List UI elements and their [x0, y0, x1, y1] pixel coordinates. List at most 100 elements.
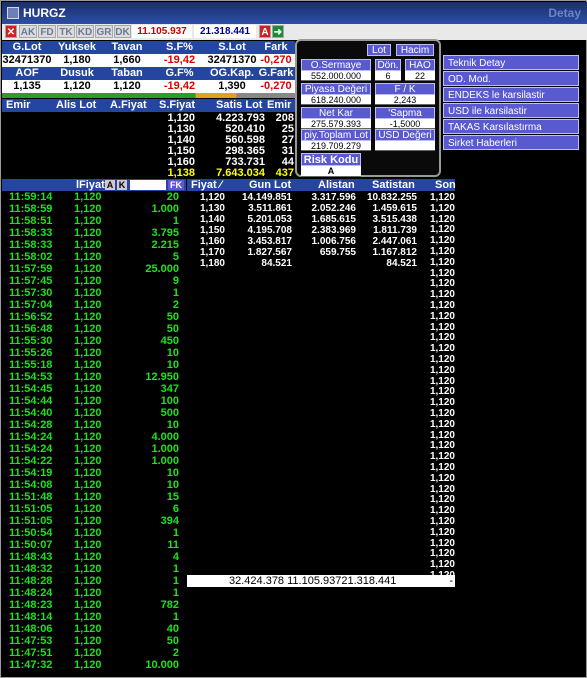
toplam-lot-label: piy.Toplam Lot [301, 129, 371, 141]
trade-price: 1,120 [74, 503, 102, 515]
trade-lot: 20 [166, 191, 179, 203]
trade-time: 11:47:51 [9, 647, 53, 659]
fd-button[interactable]: FD [38, 25, 56, 38]
trade-price: 1,120 [74, 587, 102, 599]
volume-satistan-cell: 1.459.615 [372, 203, 418, 214]
son-cell: 1,120 [429, 505, 455, 517]
endeks-karsilastir-menu-item[interactable]: ENDEKS le karsilastir [443, 87, 579, 102]
usd-degeri-button[interactable]: USD Değeri [375, 129, 435, 141]
trade-row: 11:54:19 1,120 10 [9, 468, 179, 479]
trades-header: lFiyat A K FK [2, 179, 186, 191]
trade-price: 1,120 [74, 335, 102, 347]
trade-time: 11:54:53 [9, 371, 53, 383]
sirket-haberleri-menu-item[interactable]: Sirket Haberleri [443, 135, 579, 150]
hacim-button[interactable]: Hacim [396, 44, 434, 56]
trade-row: 11:55:18 1,120 10 [9, 360, 179, 371]
takas-karsilastirma-menu-item[interactable]: TAKAS Karsılastırma [443, 119, 579, 134]
depth-emir-cell: 437 [275, 167, 294, 179]
volume-gun-lot-cell: 5.201.053 [247, 214, 293, 225]
piyasa-degeri-value: 618.240.000 [301, 95, 371, 105]
trade-lot: 1 [172, 575, 179, 587]
trade-price: 1,120 [74, 215, 102, 227]
trade-time: 11:50:07 [9, 539, 53, 551]
son-cell: 1,120 [429, 462, 455, 473]
trade-time: 11:54:28 [9, 419, 53, 431]
go-arrow-icon[interactable]: ➜ [272, 25, 284, 38]
trade-lot: 11 [167, 539, 179, 551]
son-cell: 1,120 [429, 310, 455, 322]
trade-time: 11:54:24 [9, 431, 53, 443]
yuksek-header: Yuksek [52, 41, 102, 54]
tk-button[interactable]: TK [57, 25, 75, 38]
filter-input[interactable] [130, 180, 166, 190]
son-cell: 1,120 [429, 300, 455, 311]
volume-gun-lot-cell: 3.453.817 [247, 236, 293, 247]
trade-time: 11:47:32 [9, 659, 53, 671]
volume-fiyat-cell: 1,120 [199, 192, 225, 203]
trade-price: 1,120 [74, 323, 102, 335]
teknik-detay-menu-item[interactable]: Teknik Detay [443, 55, 579, 70]
volume-fiyat-cell: 1,170 [199, 247, 225, 258]
trade-row: 11:47:53 1,120 50 [9, 636, 179, 647]
k-filter-button[interactable]: K [117, 180, 127, 190]
trade-price: 1,120 [74, 515, 102, 527]
window-title: HURGZ [23, 6, 66, 20]
volume-gun-lot-cell: 1.827.567 [247, 247, 293, 258]
gr-button[interactable]: GR [95, 25, 113, 38]
od-mod-menu-item[interactable]: OD. Mod. [443, 71, 579, 86]
volume-row: 1,130 3.511.861 2.052.246 1.459.615 [187, 203, 455, 214]
trade-row: 11:48:06 1,120 40 [9, 624, 179, 635]
vol-satistan-header: Satistan [372, 179, 415, 191]
volume-gun-lot-cell: 84.521 [261, 258, 292, 269]
trade-price: 1,120 [74, 407, 102, 419]
taban-header: Taban [102, 67, 152, 80]
trade-lot: 1.000 [151, 455, 179, 467]
volume-alistan-cell: 1.685.615 [311, 214, 357, 225]
depth-satislot-header: Satis Lot [216, 99, 263, 111]
volume-satistan-cell: 3.515.438 [372, 214, 418, 225]
trade-time: 11:48:14 [9, 611, 53, 623]
son-cell: 1,120 [429, 429, 455, 441]
aof-header: AOF [2, 67, 52, 80]
price-change-value: 11.105.937 [132, 25, 192, 38]
dk-button[interactable]: DK [114, 25, 131, 38]
trade-lot: 40 [166, 623, 179, 635]
trade-row: 11:47:51 1,120 2 [9, 648, 179, 659]
trade-lot: 2 [172, 647, 179, 659]
detay-label: Detay [548, 6, 581, 20]
sf-value: -19,42 [152, 54, 207, 67]
volume-value: 21.318.441 [194, 25, 256, 38]
range-bar [2, 93, 295, 98]
trade-row: 11:48:32 1,120 1 [9, 564, 179, 575]
trade-lot: 50 [166, 635, 179, 647]
kd-button[interactable]: KD [76, 25, 94, 38]
piyasa-degeri-label: Piyasa Değeri [301, 83, 371, 95]
a-button[interactable]: A [259, 25, 271, 38]
son-cell: 1,120 [429, 472, 455, 484]
trade-lot: 1 [172, 287, 179, 299]
fk-button[interactable]: FK [168, 180, 184, 190]
a-filter-button[interactable]: A [105, 180, 115, 190]
trade-time: 11:56:48 [9, 323, 53, 335]
son-cell: 1,120 [429, 364, 455, 376]
ak-button[interactable]: AK [19, 25, 37, 38]
trade-price: 1,120 [74, 635, 102, 647]
dusuk-header: Dusuk [52, 67, 102, 80]
trade-time: 11:55:18 [9, 359, 53, 371]
trade-time: 11:51:05 [9, 503, 53, 515]
trade-price: 1,120 [74, 479, 102, 491]
close-icon[interactable]: ✕ [5, 25, 17, 38]
title-bar[interactable]: HURGZ Detay [2, 2, 587, 24]
trade-time: 11:56:52 [9, 311, 53, 323]
son-cell: 1,120 [429, 516, 455, 527]
son-cell: 1,120 [429, 386, 455, 398]
usd-karsilastir-menu-item[interactable]: USD ile karsilastir [443, 103, 579, 118]
hao-label: HAO [405, 59, 435, 71]
sapma-value: -1,5000 [375, 119, 435, 129]
trade-price: 1,120 [74, 371, 102, 383]
volume-satistan-cell: 84.521 [386, 258, 417, 269]
volume-satistan-cell: 1.167.812 [372, 247, 418, 258]
lot-button[interactable]: Lot [367, 44, 391, 56]
trade-row: 11:56:52 1,120 50 [9, 312, 179, 323]
trade-lot: 3.795 [151, 227, 179, 239]
